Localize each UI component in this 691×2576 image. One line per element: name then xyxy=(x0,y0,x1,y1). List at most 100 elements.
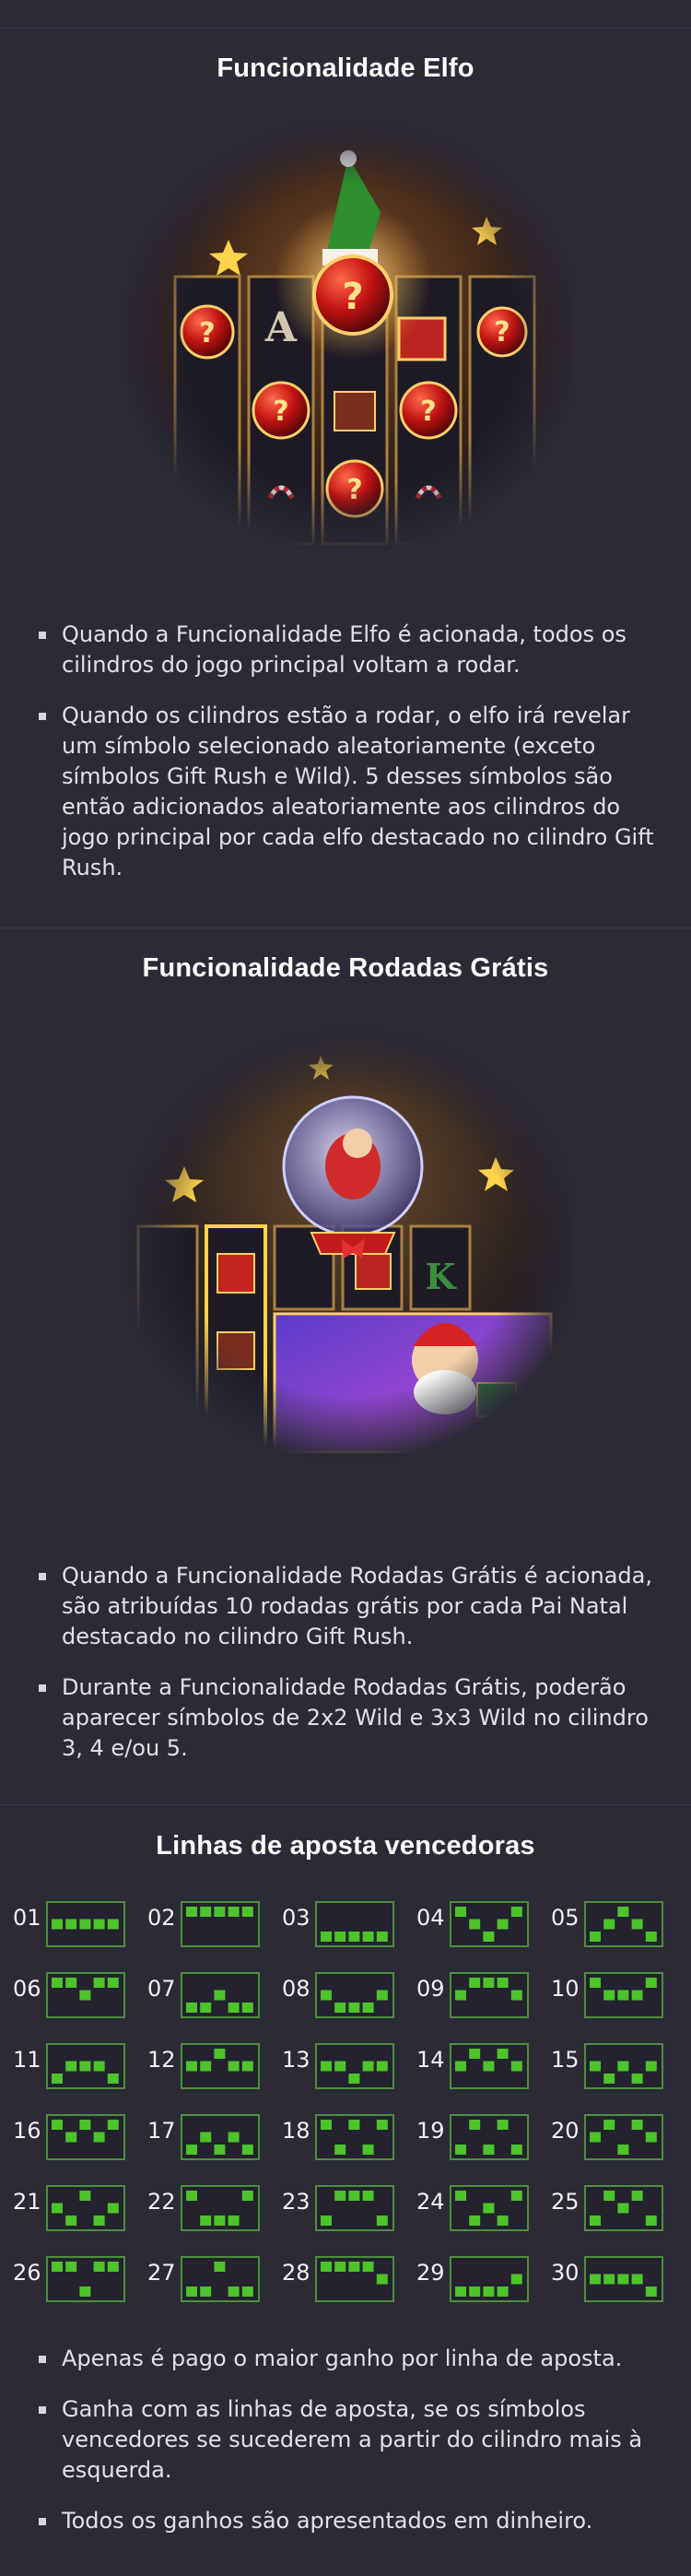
payline-pattern xyxy=(46,2256,125,2302)
payline-number: 16 xyxy=(13,2118,41,2144)
payline-square xyxy=(241,2191,253,2201)
payline-pattern xyxy=(315,1972,394,2018)
payline-pattern xyxy=(181,2185,260,2231)
list-item: Todos os ganhos são apresentados em dinh… xyxy=(37,2506,663,2536)
payline-pattern xyxy=(315,2185,394,2231)
payline-06: 06 xyxy=(11,1967,146,2022)
payline-09: 09 xyxy=(415,1967,549,2022)
payline-11: 11 xyxy=(11,2038,146,2093)
payline-pattern xyxy=(584,2114,663,2160)
payline-square xyxy=(79,2120,91,2130)
payline-square xyxy=(376,2061,388,2072)
payline-square xyxy=(455,1990,466,2001)
elf-feature-illustration: ????? A ? xyxy=(127,120,574,553)
svg-text:?: ? xyxy=(494,316,509,349)
payline-13: 13 xyxy=(280,2038,415,2093)
payline-square xyxy=(362,2145,374,2155)
section-divider xyxy=(0,1804,691,1805)
payline-square xyxy=(186,2003,197,2013)
list-item: Quando a Funcionalidade Rodadas Grátis é… xyxy=(37,1561,663,1652)
payline-square xyxy=(348,2120,360,2130)
payline-square xyxy=(186,2061,197,2072)
payline-number: 01 xyxy=(13,1905,41,1931)
payline-square xyxy=(214,1990,226,2001)
payline-17: 17 xyxy=(146,2109,280,2164)
payline-square xyxy=(510,2191,522,2201)
payline-number: 17 xyxy=(147,2118,176,2144)
payline-number: 19 xyxy=(416,2118,445,2144)
payline-square xyxy=(93,2061,105,2072)
payline-square xyxy=(455,2145,466,2155)
payline-pattern xyxy=(450,1972,529,2018)
payline-number: 02 xyxy=(147,1905,176,1931)
payline-29: 29 xyxy=(415,2251,549,2306)
payline-square xyxy=(186,2145,197,2155)
payline-square xyxy=(52,2074,63,2084)
list-item: Quando a Funcionalidade Elfo é acionada,… xyxy=(37,620,663,680)
payline-square xyxy=(483,2286,495,2297)
payline-pattern xyxy=(46,2185,125,2231)
payline-square xyxy=(214,2145,226,2155)
payline-pattern xyxy=(450,2043,529,2089)
payline-19: 19 xyxy=(415,2109,549,2164)
svg-text:?: ? xyxy=(199,317,215,349)
payline-square xyxy=(603,1919,615,1930)
payline-square xyxy=(645,2216,657,2226)
payline-square xyxy=(321,2061,332,2072)
payline-pattern xyxy=(315,2256,394,2302)
payline-square xyxy=(510,2145,522,2155)
payline-square xyxy=(631,1919,643,1930)
payline-square xyxy=(603,2074,615,2084)
payline-square xyxy=(497,2120,509,2130)
payline-square xyxy=(497,2216,509,2226)
payline-square xyxy=(65,2132,77,2143)
payline-number: 03 xyxy=(282,1905,310,1931)
payline-square xyxy=(107,2074,119,2084)
payline-square xyxy=(200,2061,212,2072)
payline-square xyxy=(497,2049,509,2059)
payline-square xyxy=(52,2203,63,2214)
payline-square xyxy=(52,2262,63,2272)
payline-22: 22 xyxy=(146,2180,280,2235)
payline-28: 28 xyxy=(280,2251,415,2306)
payline-01: 01 xyxy=(11,1896,146,1951)
payline-square xyxy=(228,2216,240,2226)
payline-square xyxy=(186,1907,197,1917)
svg-text:K: K xyxy=(425,1256,457,1297)
payline-pattern xyxy=(584,2256,663,2302)
payline-square xyxy=(483,1978,495,1988)
payline-square xyxy=(228,1907,240,1917)
payline-pattern xyxy=(450,2256,529,2302)
payline-square xyxy=(107,2262,119,2272)
payline-square xyxy=(65,1978,77,1988)
payline-square xyxy=(334,2061,346,2072)
payline-pattern xyxy=(584,2185,663,2231)
payline-number: 21 xyxy=(13,2189,41,2215)
payline-05: 05 xyxy=(549,1896,684,1951)
payline-square xyxy=(65,2216,77,2226)
payline-square xyxy=(645,2132,657,2143)
payline-square xyxy=(214,1907,226,1917)
payline-square xyxy=(93,2132,105,2143)
payline-square xyxy=(348,2262,360,2272)
payline-square xyxy=(483,2061,495,2072)
payline-number: 28 xyxy=(282,2260,310,2286)
payline-pattern xyxy=(181,1972,260,2018)
svg-text:?: ? xyxy=(273,396,288,428)
payline-square xyxy=(79,2061,91,2072)
free-spins-illustration: K xyxy=(127,1028,574,1461)
payline-number: 24 xyxy=(416,2189,445,2215)
payline-square xyxy=(241,2003,253,2013)
payline-number: 12 xyxy=(147,2047,176,2073)
payline-square xyxy=(645,1978,657,1988)
payline-number: 14 xyxy=(416,2047,445,2073)
payline-square xyxy=(362,2191,374,2201)
payline-pattern xyxy=(584,1972,663,2018)
payline-10: 10 xyxy=(549,1967,684,2022)
payline-square xyxy=(590,2061,601,2072)
payline-square xyxy=(376,2216,388,2226)
payline-square xyxy=(469,2120,481,2130)
payline-square xyxy=(631,2120,643,2130)
payline-square xyxy=(590,2274,601,2285)
payline-square xyxy=(497,1919,509,1930)
